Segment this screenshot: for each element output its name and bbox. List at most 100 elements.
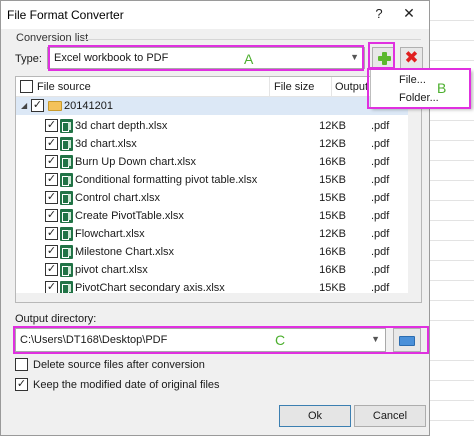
file-size: 16KB — [319, 264, 346, 276]
sheet-gridline — [430, 320, 474, 321]
callout-box-add — [368, 42, 395, 69]
keep-date-label: Keep the modified date of original files — [33, 379, 220, 391]
table-row[interactable]: ✓ 3d chart.xlsx 12KB .pdf — [16, 135, 421, 153]
table-row[interactable]: ✓ Create PivotTable.xlsx 15KB .pdf — [16, 207, 421, 225]
file-output: .pdf — [371, 174, 390, 186]
row-checkbox[interactable]: ✓ — [45, 209, 58, 222]
sheet-gridline — [430, 380, 474, 381]
file-output: .pdf — [371, 192, 390, 204]
file-size: 15KB — [319, 174, 346, 186]
select-all-checkbox[interactable] — [20, 80, 33, 93]
file-size: 16KB — [319, 246, 346, 258]
file-name: Control chart.xlsx — [75, 192, 160, 204]
sheet-gridline — [430, 280, 474, 281]
sheet-gridline — [430, 240, 474, 241]
row-checkbox[interactable]: ✓ — [45, 191, 58, 204]
column-separator — [331, 77, 332, 97]
callout-box-a — [48, 45, 364, 71]
table-row[interactable]: ✓ Conditional formatting pivot table.xls… — [16, 171, 421, 189]
help-button[interactable]: ? — [372, 6, 386, 22]
excel-file-icon — [60, 245, 73, 259]
excel-file-icon — [60, 137, 73, 151]
conversion-list-label: Conversion list — [16, 32, 89, 44]
folder-icon — [48, 101, 62, 111]
file-name: Milestone Chart.xlsx — [75, 246, 175, 258]
row-checkbox[interactable]: ✓ — [45, 155, 58, 168]
horizontal-scrollbar[interactable] — [16, 293, 408, 302]
group-divider — [81, 39, 421, 40]
column-separator — [269, 77, 270, 97]
close-button[interactable]: ✕ — [399, 5, 419, 23]
row-checkbox[interactable]: ✓ — [45, 263, 58, 276]
folder-name: 20141201 — [64, 100, 113, 112]
vertical-scrollbar[interactable] — [408, 77, 421, 302]
file-output: .pdf — [371, 264, 390, 276]
sheet-gridline — [430, 60, 474, 61]
table-row[interactable]: ✓ pivot chart.xlsx 16KB .pdf — [16, 261, 421, 279]
file-list[interactable]: File source File size Output ◢ ✓ 2014120… — [15, 76, 422, 303]
ok-button[interactable]: Ok — [279, 405, 351, 427]
file-size: 15KB — [319, 192, 346, 204]
sheet-gridline — [430, 160, 474, 161]
table-row[interactable]: ✓ Control chart.xlsx 15KB .pdf — [16, 189, 421, 207]
sheet-gridline — [430, 360, 474, 361]
callout-box-b — [367, 68, 471, 109]
file-name: Flowchart.xlsx — [75, 228, 145, 240]
header-file-size[interactable]: File size — [274, 81, 314, 93]
table-row[interactable]: ✓ Burn Up Down chart.xlsx 16KB .pdf — [16, 153, 421, 171]
type-label: Type: — [15, 53, 42, 65]
sheet-gridline — [430, 20, 474, 21]
excel-file-icon — [60, 173, 73, 187]
header-output[interactable]: Output — [335, 81, 368, 93]
list-header: File source File size Output — [16, 77, 421, 97]
background-sheet — [430, 0, 474, 436]
table-row[interactable]: ✓ Milestone Chart.xlsx 16KB .pdf — [16, 243, 421, 261]
row-checkbox[interactable]: ✓ — [45, 119, 58, 132]
delete-button[interactable]: ✖ — [400, 47, 423, 70]
file-format-converter-dialog: File Format Converter ? ✕ Conversion lis… — [0, 0, 471, 436]
folder-row[interactable]: ◢ ✓ 20141201 — [16, 97, 421, 115]
row-checkbox[interactable]: ✓ — [45, 245, 58, 258]
row-checkbox[interactable]: ✓ — [45, 173, 58, 186]
file-size: 15KB — [319, 210, 346, 222]
excel-file-icon — [60, 155, 73, 169]
row-checkbox[interactable]: ✓ — [45, 137, 58, 150]
folder-checkbox[interactable]: ✓ — [31, 99, 44, 112]
file-name: Burn Up Down chart.xlsx — [75, 156, 197, 168]
sheet-gridline — [430, 260, 474, 261]
table-row[interactable]: ✓ 3d chart depth.xlsx 12KB .pdf — [16, 117, 421, 135]
row-checkbox[interactable]: ✓ — [45, 227, 58, 240]
delete-icon: ✖ — [404, 48, 419, 67]
sheet-gridline — [430, 300, 474, 301]
file-name: pivot chart.xlsx — [75, 264, 148, 276]
keep-date-checkbox[interactable]: ✓ — [15, 378, 28, 391]
file-output: .pdf — [371, 228, 390, 240]
window-title: File Format Converter — [7, 8, 124, 22]
file-output: .pdf — [371, 156, 390, 168]
sheet-gridline — [430, 180, 474, 181]
sheet-gridline — [430, 140, 474, 141]
sheet-gridline — [430, 40, 474, 41]
header-file-source[interactable]: File source — [37, 81, 91, 93]
table-row[interactable]: ✓ Flowchart.xlsx 12KB .pdf — [16, 225, 421, 243]
file-size: 12KB — [319, 120, 346, 132]
sheet-gridline — [430, 120, 474, 121]
excel-file-icon — [60, 263, 73, 277]
excel-file-icon — [60, 119, 73, 133]
delete-source-label: Delete source files after conversion — [33, 359, 205, 371]
file-size: 12KB — [319, 138, 346, 150]
expand-triangle-icon[interactable]: ◢ — [21, 101, 27, 110]
sheet-gridline — [430, 400, 474, 401]
file-output: .pdf — [371, 210, 390, 222]
cancel-button[interactable]: Cancel — [354, 405, 426, 427]
file-name: 3d chart depth.xlsx — [75, 120, 168, 132]
sheet-gridline — [430, 200, 474, 201]
file-name: Create PivotTable.xlsx — [75, 210, 184, 222]
delete-source-checkbox[interactable] — [15, 358, 28, 371]
file-name: 3d chart.xlsx — [75, 138, 137, 150]
file-output: .pdf — [371, 138, 390, 150]
annotation-letter-a: A — [244, 51, 254, 67]
annotation-letter-b: B — [437, 80, 447, 96]
excel-file-icon — [60, 209, 73, 223]
excel-file-icon — [60, 191, 73, 205]
